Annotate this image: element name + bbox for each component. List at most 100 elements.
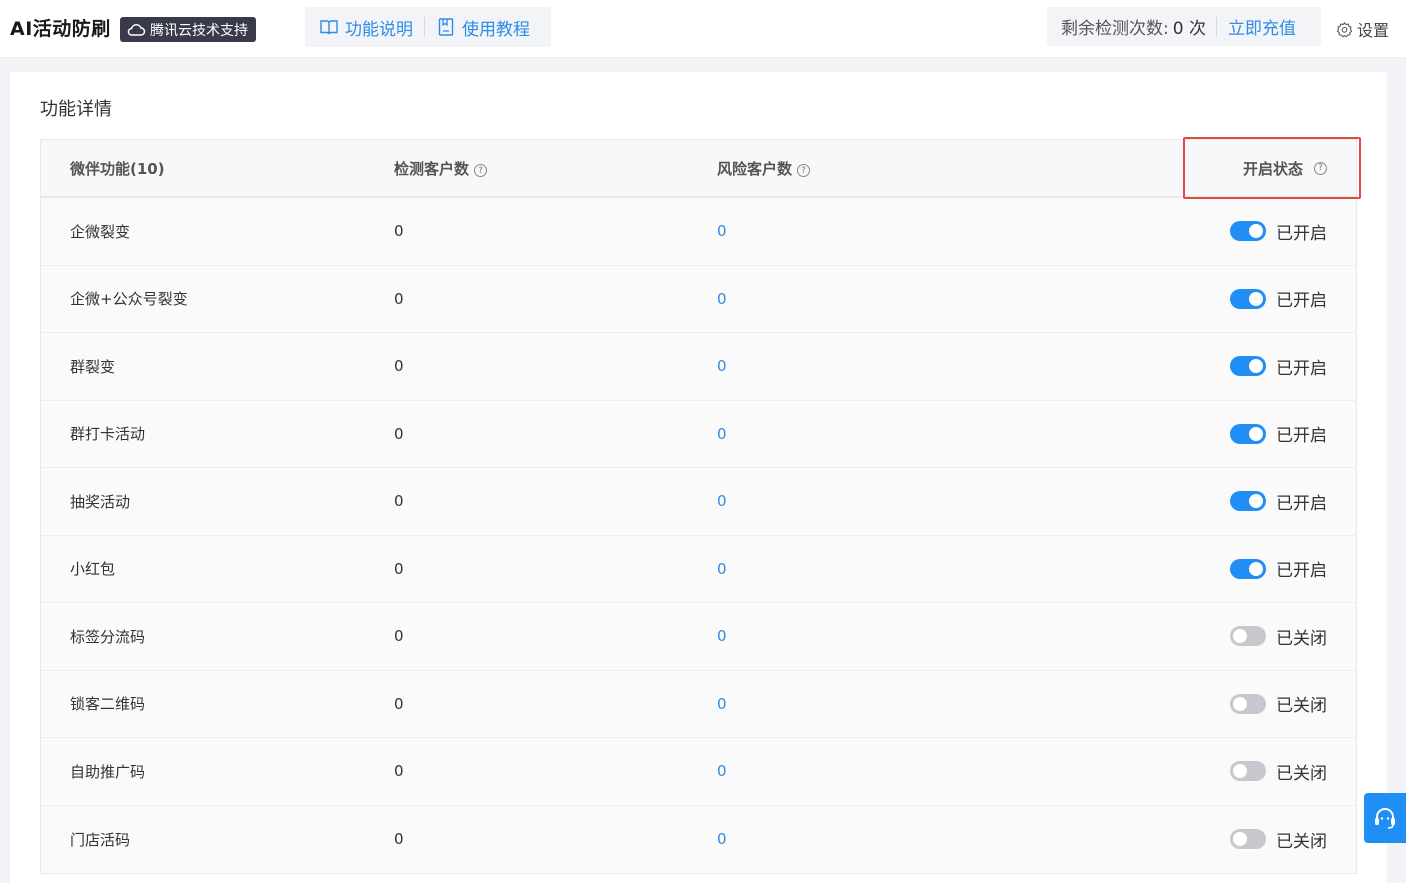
status-cell: 已关闭	[1230, 759, 1327, 784]
quota-label: 剩余检测次数:	[1061, 19, 1169, 39]
feature-description-label: 功能说明	[345, 19, 413, 40]
status-label: 已开启	[1276, 223, 1327, 244]
status-cell: 已开启	[1230, 219, 1327, 244]
column-header-label: 检测客户数	[394, 159, 470, 178]
feature-name: 企微+公众号裂变	[70, 290, 188, 309]
headset-icon	[1375, 808, 1395, 829]
badge-label: 腾讯云技术支持	[150, 22, 248, 39]
risk-count-link[interactable]: 0	[717, 492, 727, 510]
table-row: 群打卡活动 0 0 已开启	[41, 400, 1356, 468]
top-bar: AI活动防刷 腾讯云技术支持 功能说明 使用教程 剩余检测次数: 0 次 立即充…	[0, 0, 1406, 58]
tutorial-link[interactable]: 使用教程	[436, 15, 530, 40]
status-label: 已关闭	[1276, 628, 1327, 649]
document-icon	[438, 18, 454, 36]
table-row: 企微裂变 0 0 已开启	[41, 198, 1356, 266]
status-label: 已开启	[1276, 426, 1327, 447]
status-label: 已关闭	[1276, 831, 1327, 852]
column-header-risk: 风险客户数?	[717, 158, 811, 179]
help-icon[interactable]: ?	[1314, 161, 1327, 175]
feature-name: 锁客二维码	[70, 695, 146, 714]
status-toggle[interactable]	[1230, 829, 1266, 850]
status-label: 已开启	[1276, 493, 1327, 514]
risk-count-link[interactable]: 0	[717, 290, 727, 308]
panel-title: 功能详情	[40, 99, 112, 120]
column-header-detected: 检测客户数?	[394, 158, 488, 179]
status-cell: 已关闭	[1230, 691, 1327, 716]
risk-count-link[interactable]: 0	[717, 222, 727, 240]
table-header: 微伴功能(10) 检测客户数? 风险客户数? 开启状态?	[41, 140, 1356, 198]
feature-name: 企微裂变	[70, 222, 131, 241]
recharge-link[interactable]: 立即充值	[1228, 14, 1296, 39]
risk-count-link[interactable]: 0	[717, 695, 727, 713]
table-row: 企微+公众号裂变 0 0 已开启	[41, 265, 1356, 333]
status-label: 已关闭	[1276, 763, 1327, 784]
status-toggle[interactable]	[1230, 288, 1266, 309]
feature-name: 群打卡活动	[70, 425, 146, 444]
status-cell: 已开启	[1230, 421, 1327, 446]
status-toggle[interactable]	[1230, 423, 1266, 444]
status-toggle[interactable]	[1230, 693, 1266, 714]
feature-name: 小红包	[70, 560, 116, 579]
risk-count-link[interactable]: 0	[717, 762, 727, 780]
risk-count-link[interactable]: 0	[717, 627, 727, 645]
feature-name: 门店活码	[70, 830, 131, 849]
status-cell: 已开启	[1230, 354, 1327, 379]
table-body: 企微裂变 0 0 已开启 企微+公众号裂变 0 0 已开启 群裂变 0 0 已开启 群打卡活动 0 0 已开启…	[41, 198, 1356, 873]
detected-count: 0	[394, 357, 404, 376]
status-toggle[interactable]	[1230, 761, 1266, 782]
table-row: 标签分流码 0 0 已关闭	[41, 603, 1356, 671]
detected-count: 0	[394, 424, 404, 443]
status-toggle[interactable]	[1230, 221, 1266, 242]
risk-count-link[interactable]: 0	[717, 425, 727, 443]
status-toggle[interactable]	[1230, 558, 1266, 579]
customer-support-button[interactable]	[1364, 793, 1406, 843]
column-header-label: 开启状态	[1242, 159, 1303, 178]
feature-name: 群裂变	[70, 357, 116, 376]
settings-label: 设置	[1357, 21, 1390, 40]
tencent-cloud-badge: 腾讯云技术支持	[120, 17, 256, 42]
detected-count: 0	[394, 289, 404, 308]
help-icon[interactable]: ?	[474, 164, 488, 177]
table-row: 小红包 0 0 已开启	[41, 535, 1356, 603]
detected-count: 0	[394, 762, 404, 781]
app-title: AI活动防刷	[10, 18, 111, 40]
feature-name: 标签分流码	[70, 627, 146, 646]
status-toggle[interactable]	[1230, 356, 1266, 377]
divider	[1215, 16, 1217, 37]
quota-box: 剩余检测次数: 0 次 立即充值	[1047, 7, 1321, 46]
detected-count: 0	[394, 222, 404, 241]
cloud-icon	[127, 23, 146, 36]
book-icon	[320, 20, 338, 35]
column-header-feature: 微伴功能(10)	[70, 158, 165, 179]
table-row: 群裂变 0 0 已开启	[41, 333, 1356, 401]
feature-name: 自助推广码	[70, 762, 146, 781]
feature-description-link[interactable]: 功能说明	[305, 15, 413, 40]
status-label: 已开启	[1276, 561, 1327, 582]
risk-count-link[interactable]: 0	[717, 560, 727, 578]
status-cell: 已开启	[1230, 556, 1327, 581]
settings-button[interactable]: 设置	[1336, 17, 1389, 41]
table-row: 抽奖活动 0 0 已开启	[41, 468, 1356, 536]
column-header-label: 风险客户数	[717, 159, 793, 178]
feature-table: 微伴功能(10) 检测客户数? 风险客户数? 开启状态? 企微裂变 0 0 已开启 企微…	[40, 139, 1357, 874]
status-label: 已开启	[1276, 358, 1327, 379]
column-header-status: 开启状态?	[1243, 158, 1327, 179]
feature-name: 抽奖活动	[70, 492, 131, 511]
gear-icon	[1336, 21, 1353, 37]
status-toggle[interactable]	[1230, 491, 1266, 512]
column-header-label: 微伴功能(10)	[70, 159, 165, 178]
status-label: 已关闭	[1276, 696, 1327, 717]
detected-count: 0	[394, 830, 404, 849]
help-links: 功能说明 使用教程	[305, 7, 551, 47]
feature-details-panel: 功能详情 微伴功能(10) 检测客户数? 风险客户数? 开启状态? 企微裂变 0 0…	[10, 72, 1387, 883]
risk-count-link[interactable]: 0	[717, 357, 727, 375]
status-cell: 已开启	[1230, 489, 1327, 514]
quota-value: 0 次	[1172, 19, 1206, 39]
table-row: 自助推广码 0 0 已关闭	[41, 738, 1356, 806]
help-icon[interactable]: ?	[797, 164, 811, 177]
status-toggle[interactable]	[1230, 626, 1266, 647]
status-cell: 已关闭	[1230, 827, 1327, 852]
status-cell: 已关闭	[1230, 624, 1327, 649]
risk-count-link[interactable]: 0	[717, 830, 727, 848]
table-row: 门店活码 0 0 已关闭	[41, 805, 1356, 873]
